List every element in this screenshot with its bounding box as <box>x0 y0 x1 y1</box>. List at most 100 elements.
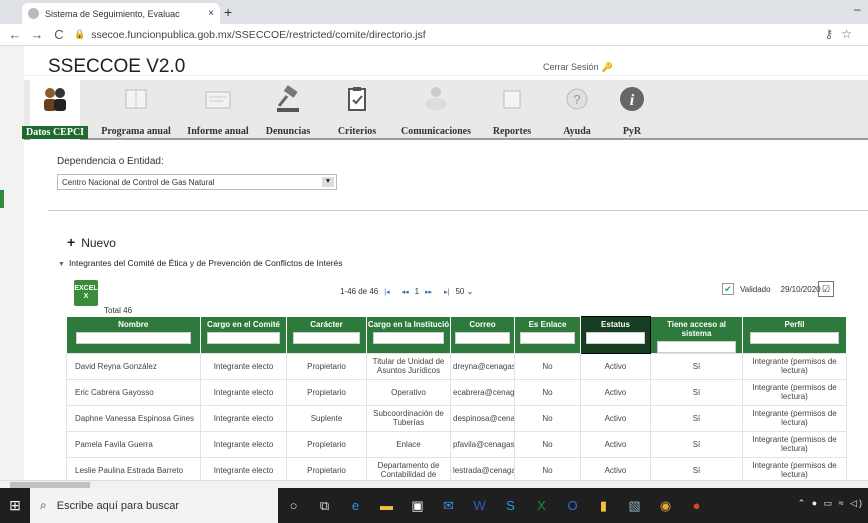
window-minimize-button[interactable]: – <box>854 2 861 16</box>
taskbar-search[interactable]: ⌕ Escribe aquí para buscar <box>30 488 278 523</box>
excel-export-button[interactable]: EXCEL X <box>74 280 98 306</box>
menu-item-pyr[interactable]: i PyR <box>608 80 656 140</box>
total-count: Total 46 <box>104 306 133 315</box>
section-toggle[interactable]: ▼ Integrantes del Comité de Ética y de Pr… <box>58 258 343 268</box>
menu-label: Comunicaciones <box>401 126 471 137</box>
table-cell: David Reyna González <box>66 352 201 380</box>
word-icon[interactable]: W <box>464 488 495 523</box>
skype-icon[interactable]: S <box>495 488 526 523</box>
people-icon <box>44 88 66 111</box>
address-bar: ← → C 🔒 ssecoe.funcionpublica.gob.mx/SSE… <box>0 24 868 46</box>
outlook-icon[interactable]: O <box>557 488 588 523</box>
forward-icon[interactable]: → <box>30 27 44 42</box>
table-cell: Integrante (permisos de lectura) <box>742 378 847 406</box>
column-filter-input[interactable] <box>372 331 445 344</box>
table-row[interactable]: David Reyna González Integrante electo Pro… <box>66 352 847 380</box>
mail-icon[interactable]: ✉ <box>433 488 464 523</box>
prev-page-button[interactable]: ◂◂ <box>402 288 409 296</box>
current-page[interactable]: 1 <box>415 287 419 296</box>
handshake-icon <box>425 87 447 110</box>
menu-item-reportes[interactable]: Reportes <box>484 80 540 140</box>
table-cell: Integrante (permisos de lectura) <box>742 430 847 458</box>
column-filter-input[interactable] <box>455 331 510 344</box>
table-cell: No <box>514 404 581 432</box>
new-tab-button[interactable]: + <box>224 4 232 20</box>
dependency-select[interactable]: Centro Nacional de Control de Gas Natura… <box>57 174 337 190</box>
browser-tab[interactable]: Sistema de Seguimiento, Evaluac × <box>22 3 220 24</box>
divider <box>48 210 868 211</box>
menu-item-programa-anual[interactable]: Programa anual <box>98 80 174 140</box>
rows-per-page-select[interactable]: 50 ⌄ <box>455 287 473 296</box>
system-tray[interactable]: ⌃ ● ▭ ≈ ◁) <box>798 498 864 509</box>
table-cell: Enlace <box>366 430 451 458</box>
explorer-icon[interactable]: ▬ <box>371 488 402 523</box>
page-range: 1-46 de 46 <box>340 287 379 296</box>
nuevo-button[interactable]: + Nuevo <box>67 234 116 250</box>
menu-item-ayuda[interactable]: ? Ayuda <box>552 80 602 140</box>
column-filter-input[interactable] <box>292 331 361 344</box>
back-icon[interactable]: ← <box>8 27 22 42</box>
column-header[interactable]: Estatus <box>580 316 651 354</box>
plus-icon: + <box>67 234 76 250</box>
excel-app-icon[interactable]: X <box>526 488 557 523</box>
column-header[interactable]: Es Enlace <box>514 316 581 353</box>
task-view-icon[interactable]: ⧉ <box>309 488 340 523</box>
url-text: ssecoe.funcionpublica.gob.mx/SSECCOE/res… <box>91 28 426 41</box>
column-filter-input[interactable] <box>75 331 191 344</box>
table-row[interactable]: Pamela Favila Guerra Integrante electo Pro… <box>66 430 847 458</box>
reload-icon[interactable]: C <box>52 27 66 42</box>
column-filter-input[interactable] <box>657 340 736 353</box>
files-icon[interactable]: ▮ <box>588 488 619 523</box>
powerpoint-icon[interactable]: ● <box>681 488 712 523</box>
table-cell: No <box>514 352 581 380</box>
table-cell: Activo <box>580 378 651 406</box>
column-header[interactable]: Nombre <box>66 316 201 353</box>
first-page-button[interactable]: |◂ <box>384 288 389 296</box>
edge-icon[interactable]: e <box>340 488 371 523</box>
svg-text:?: ? <box>573 92 580 107</box>
column-filter-input[interactable] <box>585 332 646 344</box>
column-filter-input[interactable] <box>519 331 576 344</box>
column-header[interactable]: Tiene acceso al sistema <box>650 316 743 353</box>
section-title: Integrantes del Comité de Ética y de Pre… <box>68 258 343 268</box>
table-cell: No <box>514 430 581 458</box>
bookmark-star-icon[interactable]: ⚷☆ <box>824 27 860 41</box>
column-header[interactable]: Correo <box>450 316 515 353</box>
table-cell: pfavila@cenagas.gob <box>450 430 515 458</box>
table-row[interactable]: Daphne Vanessa Espinosa Gines Integrante … <box>66 404 847 432</box>
menu-item-comunicaciones[interactable]: Comunicaciones <box>394 80 478 140</box>
photos-icon[interactable]: ▧ <box>619 488 650 523</box>
next-page-button[interactable]: ▸▸ <box>425 288 432 296</box>
column-header[interactable]: Cargo en el Comité <box>200 316 287 353</box>
url-field[interactable]: 🔒 ssecoe.funcionpublica.gob.mx/SSECCOE/r… <box>74 29 426 41</box>
menu-label: Datos CEPCI <box>22 126 89 139</box>
logout-link[interactable]: Cerrar Sesión 🔑 <box>543 62 613 73</box>
column-header[interactable]: Cargo en la Institució <box>366 316 451 353</box>
store-icon[interactable]: ▣ <box>402 488 433 523</box>
table-cell: Integrante electo <box>200 378 287 406</box>
book-icon <box>125 89 147 109</box>
tab-close-icon[interactable]: × <box>208 8 214 19</box>
horizontal-scrollbar[interactable] <box>0 480 868 488</box>
windows-start-icon[interactable]: ⊞ <box>0 488 30 523</box>
validado-checkbox[interactable]: ✔ <box>722 283 734 295</box>
validate-button[interactable]: ☑ <box>818 281 834 297</box>
menu-item-informe-anual[interactable]: Informe anual <box>182 80 254 140</box>
table-row[interactable]: Eric Cabrera Gayosso Integrante electo Pro… <box>66 378 847 406</box>
table-cell: Propietario <box>286 352 367 380</box>
last-page-button[interactable]: ▸| <box>444 288 449 296</box>
column-header[interactable]: Perfil <box>742 316 847 353</box>
excel-icon-label: EXCEL <box>74 285 98 292</box>
menu-item-denuncias[interactable]: Denuncias <box>256 80 320 140</box>
menu-item-datos-cepci[interactable]: Datos CEPCI <box>22 80 89 140</box>
menu-item-criterios[interactable]: Criterios <box>330 80 384 140</box>
column-header[interactable]: Carácter <box>286 316 367 353</box>
chrome-icon[interactable]: ◉ <box>650 488 681 523</box>
column-header-label: Tiene acceso al sistema <box>667 319 726 338</box>
table-cell: Subcoordinación de Tuberías <box>366 404 451 432</box>
column-filter-input[interactable] <box>750 331 839 344</box>
cortana-icon[interactable]: ○ <box>278 488 309 523</box>
clipboard-icon <box>348 87 366 111</box>
menu-label: Programa anual <box>101 126 171 137</box>
column-filter-input[interactable] <box>206 331 281 344</box>
